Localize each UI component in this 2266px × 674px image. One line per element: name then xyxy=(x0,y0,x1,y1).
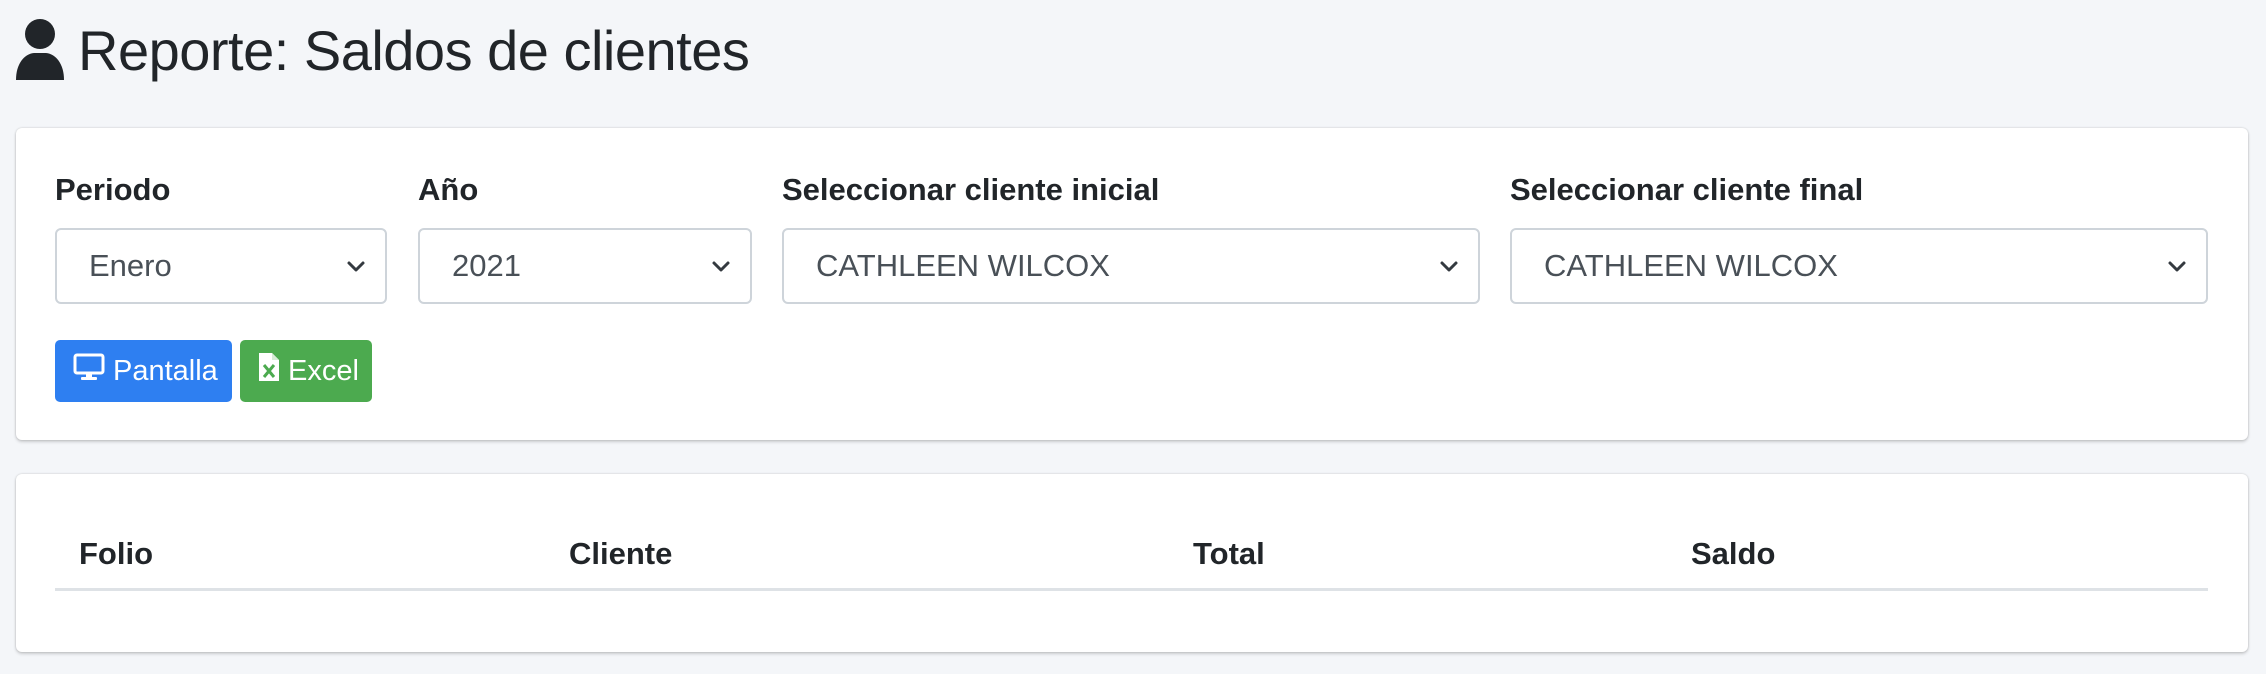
periodo-value: Enero xyxy=(89,248,172,283)
page-header: Reporte: Saldos de clientes xyxy=(14,14,750,86)
chevron-down-icon xyxy=(2166,255,2188,277)
cliente-inicial-value: CATHLEEN WILCOX xyxy=(816,248,1110,283)
chevron-down-icon xyxy=(1438,255,1460,277)
pantalla-button[interactable]: Pantalla xyxy=(55,340,232,402)
cliente-final-label: Seleccionar cliente final xyxy=(1510,172,1864,207)
action-buttons: Pantalla Excel xyxy=(55,340,372,402)
cliente-final-field: Seleccionar cliente final CATHLEEN WILCO… xyxy=(1510,172,2208,304)
anio-value: 2021 xyxy=(452,248,521,283)
column-header-saldo[interactable]: Saldo xyxy=(1691,536,1775,572)
periodo-field: Periodo Enero xyxy=(55,172,387,304)
cliente-final-value: CATHLEEN WILCOX xyxy=(1544,248,1838,283)
periodo-label: Periodo xyxy=(55,172,171,207)
filters-card: Periodo Enero Año 2021 Seleccionar clien… xyxy=(16,128,2248,440)
anio-field: Año 2021 xyxy=(418,172,752,304)
chevron-down-icon xyxy=(710,255,732,277)
pantalla-label: Pantalla xyxy=(113,354,218,387)
results-card: Folio Cliente Total Saldo xyxy=(16,474,2248,652)
page-title: Reporte: Saldos de clientes xyxy=(78,18,750,82)
column-header-total[interactable]: Total xyxy=(1193,536,1265,572)
cliente-inicial-select[interactable]: CATHLEEN WILCOX xyxy=(782,228,1480,304)
table-header: Folio Cliente Total Saldo xyxy=(55,526,2208,591)
anio-select[interactable]: 2021 xyxy=(418,228,752,304)
column-header-cliente[interactable]: Cliente xyxy=(569,536,672,572)
desktop-icon xyxy=(73,353,105,389)
column-header-folio[interactable]: Folio xyxy=(79,536,153,572)
cliente-inicial-field: Seleccionar cliente inicial CATHLEEN WIL… xyxy=(782,172,1480,304)
anio-label: Año xyxy=(418,172,479,207)
excel-button[interactable]: Excel xyxy=(240,340,372,402)
cliente-final-select[interactable]: CATHLEEN WILCOX xyxy=(1510,228,2208,304)
file-excel-icon xyxy=(258,352,280,390)
periodo-select[interactable]: Enero xyxy=(55,228,387,304)
cliente-inicial-label: Seleccionar cliente inicial xyxy=(782,172,1160,207)
excel-label: Excel xyxy=(288,354,359,387)
chevron-down-icon xyxy=(345,255,367,277)
user-icon xyxy=(14,18,66,82)
